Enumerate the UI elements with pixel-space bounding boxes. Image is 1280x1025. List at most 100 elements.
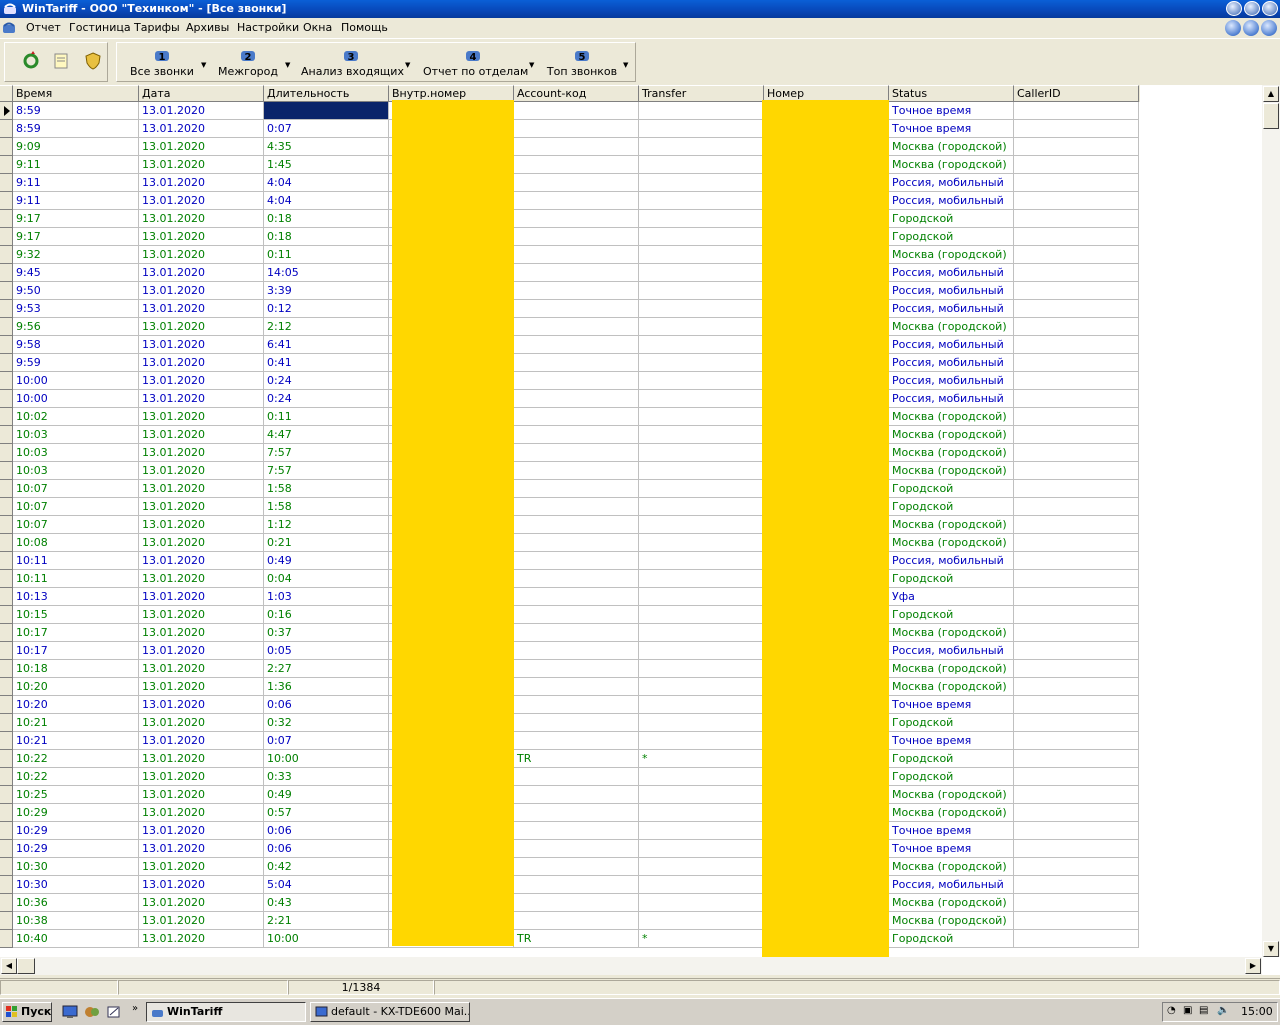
quick-launch-chevron-icon[interactable]: » xyxy=(132,1003,138,1014)
table-row[interactable]: 10:29 13.01.2020 0:57 Москва (городской) xyxy=(0,804,1140,822)
cell-time[interactable]: 9:09 xyxy=(13,138,139,156)
cell-transfer[interactable] xyxy=(639,588,764,606)
cell-status[interactable]: Москва (городской) xyxy=(889,678,1014,696)
row-indicator[interactable] xyxy=(0,786,13,804)
cell-caller-id[interactable] xyxy=(1014,732,1139,750)
column-header-account-code[interactable]: Account-код xyxy=(514,85,639,102)
cell-date[interactable]: 13.01.2020 xyxy=(139,894,264,912)
cell-duration[interactable]: 1:45 xyxy=(264,156,389,174)
cell-caller-id[interactable] xyxy=(1014,768,1139,786)
row-indicator[interactable] xyxy=(0,732,13,750)
cell-date[interactable]: 13.01.2020 xyxy=(139,318,264,336)
table-row[interactable]: 8:59 13.01.2020 0:07 Точное время xyxy=(0,120,1140,138)
cell-date[interactable]: 13.01.2020 xyxy=(139,192,264,210)
row-indicator[interactable] xyxy=(0,840,13,858)
cell-date[interactable]: 13.01.2020 xyxy=(139,408,264,426)
cell-transfer[interactable] xyxy=(639,642,764,660)
cell-caller-id[interactable] xyxy=(1014,606,1139,624)
cell-date[interactable]: 13.01.2020 xyxy=(139,660,264,678)
table-row[interactable]: 10:29 13.01.2020 0:06 Точное время xyxy=(0,822,1140,840)
cell-caller-id[interactable] xyxy=(1014,192,1139,210)
menu-report[interactable]: Отчет xyxy=(26,21,61,34)
departments-report-dropdown-icon[interactable]: ▼ xyxy=(529,61,534,69)
cell-status[interactable]: Россия, мобильный xyxy=(889,282,1014,300)
cell-caller-id[interactable] xyxy=(1014,930,1139,948)
cell-time[interactable]: 10:25 xyxy=(13,786,139,804)
cell-duration[interactable]: 0:37 xyxy=(264,624,389,642)
row-indicator[interactable] xyxy=(0,210,13,228)
cell-caller-id[interactable] xyxy=(1014,444,1139,462)
cell-status[interactable]: Москва (городской) xyxy=(889,426,1014,444)
row-indicator[interactable] xyxy=(0,156,13,174)
table-row[interactable]: 10:20 13.01.2020 1:36 Москва (городской) xyxy=(0,678,1140,696)
row-indicator[interactable] xyxy=(0,462,13,480)
cell-date[interactable]: 13.01.2020 xyxy=(139,768,264,786)
row-indicator[interactable] xyxy=(0,264,13,282)
cell-transfer[interactable] xyxy=(639,120,764,138)
cell-status[interactable]: Москва (городской) xyxy=(889,318,1014,336)
cell-account-code[interactable] xyxy=(514,336,639,354)
cell-status[interactable]: Россия, мобильный xyxy=(889,300,1014,318)
cell-caller-id[interactable] xyxy=(1014,516,1139,534)
cell-duration[interactable]: 0:06 xyxy=(264,822,389,840)
cell-duration[interactable]: 2:21 xyxy=(264,912,389,930)
column-header-caller-id[interactable]: CallerID xyxy=(1014,85,1139,102)
cell-duration[interactable]: 2:12 xyxy=(264,318,389,336)
scroll-down-icon[interactable]: ▼ xyxy=(1263,941,1279,957)
row-indicator[interactable] xyxy=(0,570,13,588)
cell-transfer[interactable] xyxy=(639,840,764,858)
cell-duration[interactable]: 0:41 xyxy=(264,354,389,372)
top-calls-dropdown-icon[interactable]: ▼ xyxy=(623,61,628,69)
cell-date[interactable]: 13.01.2020 xyxy=(139,714,264,732)
cell-transfer[interactable] xyxy=(639,282,764,300)
table-row[interactable]: 10:11 13.01.2020 0:04 Городской xyxy=(0,570,1140,588)
document-phone-icon[interactable] xyxy=(2,21,16,35)
table-row[interactable]: 9:09 13.01.2020 4:35 Москва (городской) xyxy=(0,138,1140,156)
cell-status[interactable]: Точное время xyxy=(889,822,1014,840)
row-indicator[interactable] xyxy=(0,246,13,264)
table-row[interactable]: 10:00 13.01.2020 0:24 Россия, мобильный xyxy=(0,372,1140,390)
cell-transfer[interactable] xyxy=(639,732,764,750)
cell-account-code[interactable] xyxy=(514,786,639,804)
cell-transfer[interactable] xyxy=(639,552,764,570)
cell-account-code[interactable] xyxy=(514,840,639,858)
cell-account-code[interactable] xyxy=(514,210,639,228)
task-wintariff[interactable]: WinTariff xyxy=(146,1002,306,1022)
cell-account-code[interactable] xyxy=(514,318,639,336)
cell-account-code[interactable] xyxy=(514,354,639,372)
mdi-close-icon[interactable] xyxy=(1261,20,1277,36)
row-indicator[interactable] xyxy=(0,642,13,660)
cell-transfer[interactable] xyxy=(639,102,764,120)
row-indicator[interactable] xyxy=(0,534,13,552)
table-row[interactable]: 9:56 13.01.2020 2:12 Москва (городской) xyxy=(0,318,1140,336)
cell-duration[interactable]: 1:12 xyxy=(264,516,389,534)
cell-account-code[interactable] xyxy=(514,462,639,480)
cell-account-code[interactable]: TR xyxy=(514,930,639,948)
cell-transfer[interactable] xyxy=(639,714,764,732)
cell-account-code[interactable] xyxy=(514,264,639,282)
cell-status[interactable]: Городской xyxy=(889,606,1014,624)
cell-account-code[interactable] xyxy=(514,300,639,318)
table-row[interactable]: 8:59 13.01.2020 0:07 Точное время xyxy=(0,102,1140,120)
cell-status[interactable]: Россия, мобильный xyxy=(889,876,1014,894)
cell-status[interactable]: Москва (городской) xyxy=(889,858,1014,876)
cell-account-code[interactable] xyxy=(514,174,639,192)
cell-account-code[interactable] xyxy=(514,192,639,210)
cell-duration[interactable]: 0:12 xyxy=(264,300,389,318)
cell-date[interactable]: 13.01.2020 xyxy=(139,642,264,660)
vertical-scrollbar[interactable]: ▲ ▼ xyxy=(1262,85,1280,957)
scroll-up-icon[interactable]: ▲ xyxy=(1263,86,1279,102)
menu-help[interactable]: Помощь xyxy=(341,21,388,34)
cell-caller-id[interactable] xyxy=(1014,696,1139,714)
cell-caller-id[interactable] xyxy=(1014,264,1139,282)
cell-account-code[interactable] xyxy=(514,408,639,426)
cell-status[interactable]: Точное время xyxy=(889,120,1014,138)
cell-time[interactable]: 10:11 xyxy=(13,552,139,570)
cell-transfer[interactable] xyxy=(639,228,764,246)
cell-duration[interactable]: 0:06 xyxy=(264,696,389,714)
table-row[interactable]: 10:22 13.01.2020 10:00 TR * Городской xyxy=(0,750,1140,768)
minimize-icon[interactable] xyxy=(1226,1,1242,16)
cell-duration[interactable]: 7:57 xyxy=(264,444,389,462)
cell-caller-id[interactable] xyxy=(1014,660,1139,678)
cell-duration[interactable]: 1:36 xyxy=(264,678,389,696)
